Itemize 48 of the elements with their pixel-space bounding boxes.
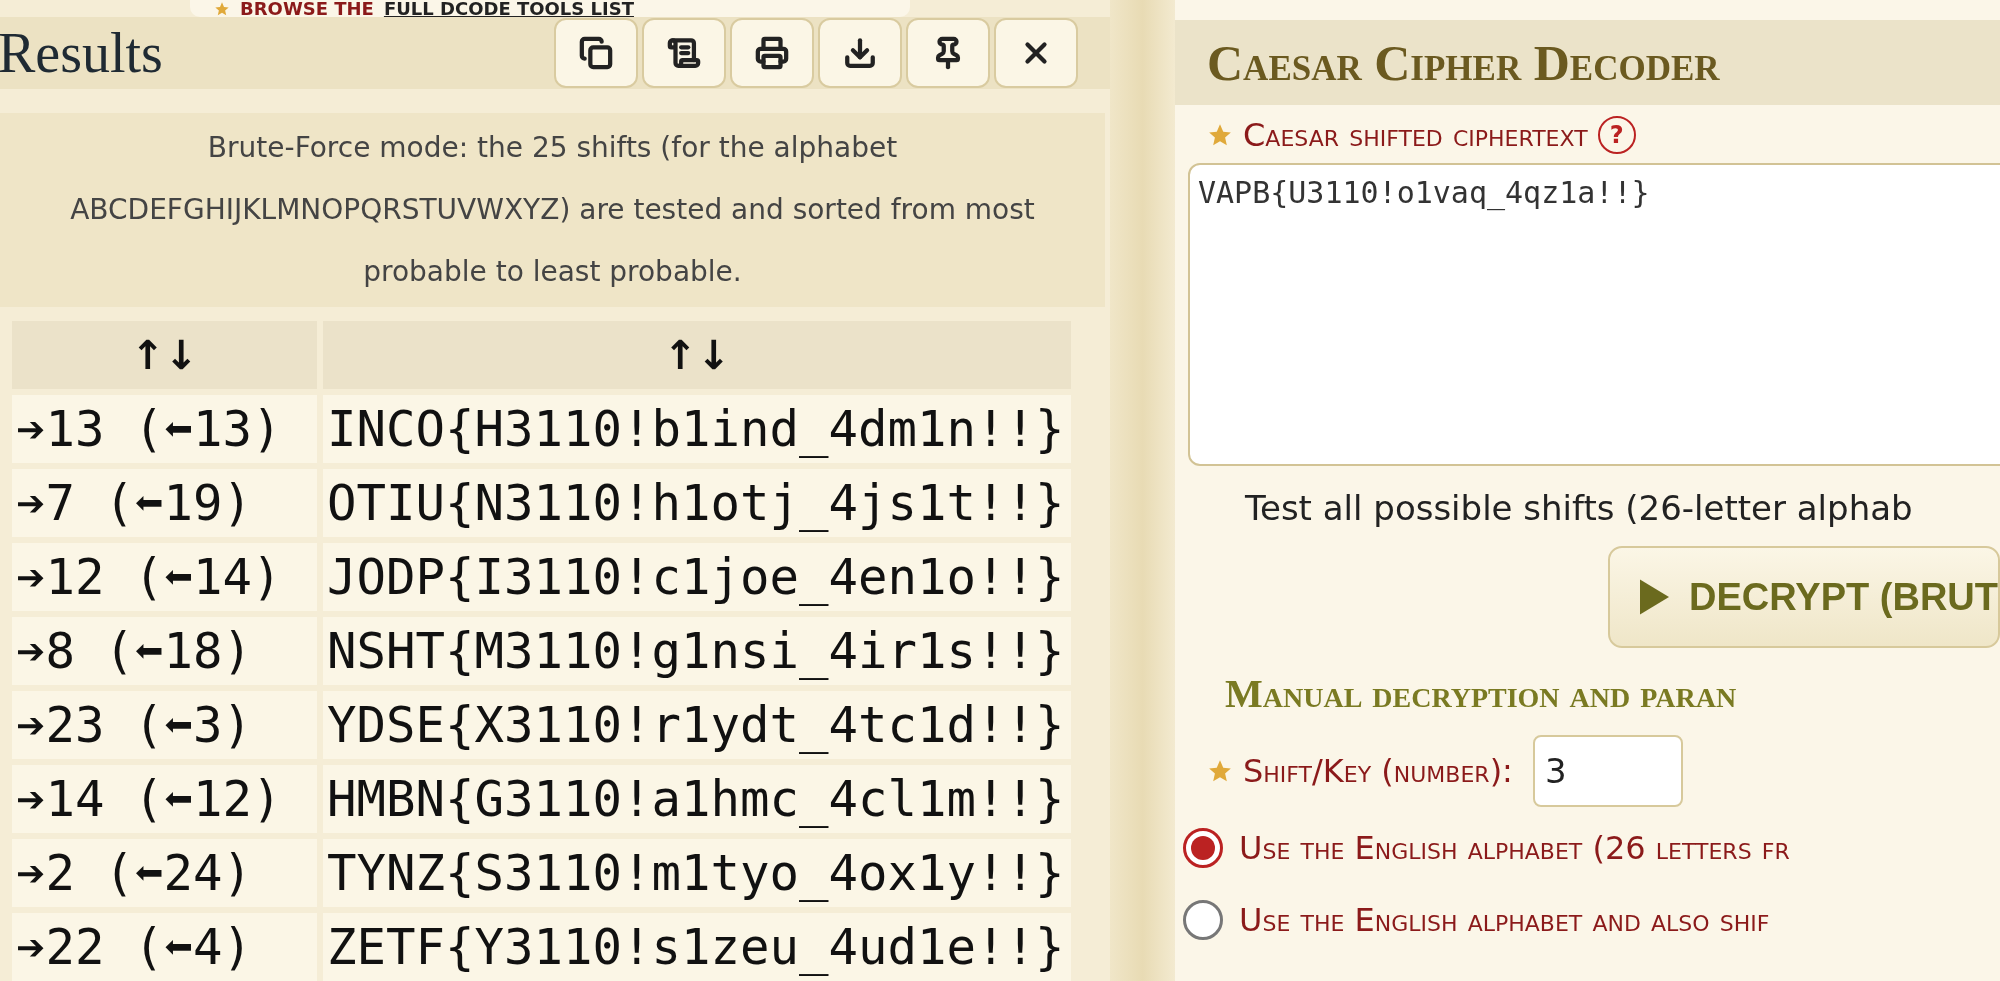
ciphertext-label: Caesar shifted ciphertext — [1243, 116, 1588, 154]
result-cell: TYNZ{S3110!m1tyo_4ox1y!!} — [323, 839, 1071, 907]
result-cell: ZETF{Y3110!s1zeu_4ud1e!!} — [323, 913, 1071, 981]
shift-cell: ➔2 (⬅24) — [12, 839, 317, 907]
play-icon — [1640, 579, 1670, 615]
download-button[interactable] — [818, 18, 902, 89]
shift-cell: ➔22 (⬅4) — [12, 913, 317, 981]
decoder-title: Caesar Cipher Decoder — [1207, 33, 1720, 92]
shift-cell: ➔23 (⬅3) — [12, 691, 317, 759]
scroll-icon — [667, 36, 701, 71]
result-cell: HMBN{G3110!a1hmc_4cl1m!!} — [323, 765, 1071, 833]
decrypt-button[interactable]: DECRYPT (BRUT — [1608, 546, 2000, 648]
shift-cell: ➔13 (⬅13) — [12, 395, 317, 463]
star-icon — [1207, 758, 1233, 784]
sort-header[interactable]: ↑↓ — [323, 321, 1071, 389]
download-icon — [843, 36, 877, 71]
radio-button[interactable] — [1183, 900, 1223, 940]
shift-cell: ➔12 (⬅14) — [12, 543, 317, 611]
help-icon[interactable]: ? — [1597, 116, 1636, 154]
result-cell: OTIU{N3110!h1otj_4js1t!!} — [323, 469, 1071, 537]
result-cell: NSHT{M3110!g1nsi_4ir1s!!} — [323, 617, 1071, 685]
manual-heading: Manual decryption and paran — [1225, 670, 1738, 717]
ciphertext-field[interactable]: VAPB{U3110!o1vaq_4qz1a!!} — [1188, 163, 2000, 466]
print-button[interactable] — [730, 18, 814, 89]
copy-button[interactable] — [554, 18, 638, 89]
browse-label: BROWSE THE — [240, 0, 374, 18]
pin-button[interactable] — [906, 18, 990, 89]
shift-field[interactable]: 3 — [1532, 735, 1683, 807]
scroll-button[interactable] — [642, 18, 726, 89]
shift-cell: ➔7 (⬅19) — [12, 469, 317, 537]
option-label[interactable]: Use the English alphabet (26 letters fr — [1239, 829, 1790, 867]
option-label[interactable]: Use the English alphabet and also shif — [1239, 901, 1770, 939]
shift-label: Shift/Key (number): — [1243, 752, 1513, 790]
star-icon — [214, 0, 230, 17]
sort-header[interactable]: ↑↓ — [12, 321, 317, 389]
tools-list-link[interactable]: FULL DCODE TOOLS LIST — [383, 0, 634, 18]
result-cell: JODP{I3110!c1joe_4en1o!!} — [323, 543, 1071, 611]
printer-icon — [755, 36, 789, 71]
shift-cell: ➔8 (⬅18) — [12, 617, 317, 685]
shift-cell: ➔14 (⬅12) — [12, 765, 317, 833]
copy-icon — [579, 36, 613, 71]
result-cell: INCO{H3110!b1ind_4dm1n!!} — [323, 395, 1071, 463]
brute-force-note: Test all possible shifts (26-letter alphab — [1245, 488, 1914, 528]
result-cell: YDSE{X3110!r1ydt_4tc1d!!} — [323, 691, 1071, 759]
star-icon — [1207, 122, 1233, 148]
close-button[interactable] — [994, 18, 1078, 89]
description-text: Brute-Force mode: the 25 shifts (for the alphabet ABCDEFGHIJKLMNOPQRSTUVWXYZ) are tested and sorted from most probable to least probable. — [0, 113, 1105, 307]
radio-button[interactable] — [1183, 828, 1223, 868]
